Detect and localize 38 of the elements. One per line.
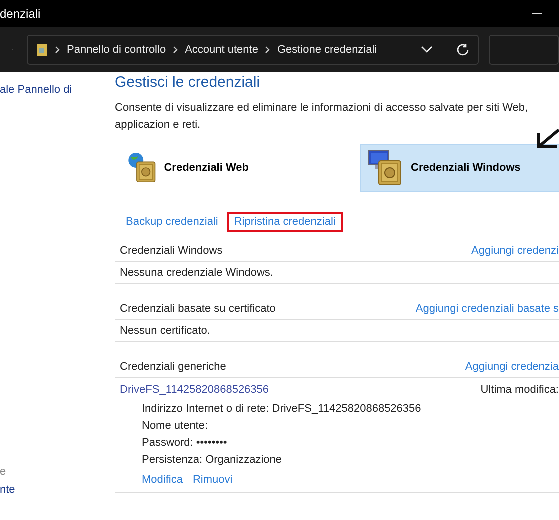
chevron-icon <box>173 46 178 54</box>
control-panel-icon <box>36 42 48 56</box>
chevron-icon <box>265 46 270 54</box>
search-field[interactable] <box>489 34 559 64</box>
add-credential-link[interactable]: Aggiungi credenziali basate s <box>416 302 559 314</box>
section-title: Credenziali generiche <box>120 360 226 372</box>
credential-detail: Persistenza: Organizzazione <box>142 454 284 466</box>
breadcrumb[interactable]: Gestione credenziali <box>277 44 378 56</box>
window-title: denziali <box>0 6 41 20</box>
action-link[interactable]: Ripristina credenziali <box>227 212 343 232</box>
page-title: Gestisci le credenziali <box>115 74 262 91</box>
breadcrumb[interactable]: Account utente <box>185 44 258 56</box>
entry-link[interactable]: Modifica <box>142 474 183 486</box>
credential-name[interactable]: DriveFS_11425820868526356 <box>120 384 270 396</box>
breadcrumb[interactable]: Pannello di controllo <box>67 44 166 56</box>
section-title: Credenziali Windows <box>120 244 223 256</box>
action-link[interactable]: Backup credenziali <box>119 212 226 232</box>
minimize-icon[interactable] <box>532 13 542 14</box>
credential-detail: Nome utente: <box>142 420 210 432</box>
dropdown-icon[interactable] <box>421 46 433 54</box>
credential-tab[interactable]: Credenziali Windows <box>360 144 559 192</box>
empty-message: Nessuna credenziale Windows. <box>120 266 274 278</box>
empty-message: Nessun certificato. <box>120 324 210 336</box>
credential-detail: Password: •••••••• <box>142 437 228 449</box>
add-credential-link[interactable]: Aggiungi credenzi <box>472 244 559 256</box>
credential-tab[interactable]: Credenziali Web <box>120 144 250 192</box>
add-credential-link[interactable]: Aggiungi credenzia <box>465 360 559 372</box>
description: Consente di visualizzare ed eliminare le informazioni di accesso salvate per siti Web, applicazion e reti. <box>115 101 530 133</box>
sidebar-link[interactable]: nte <box>0 484 16 496</box>
section-title: Credenziali basate su certificato <box>120 302 276 314</box>
modified-label: Ultima modifica: <box>480 384 559 396</box>
chevron-icon <box>55 46 60 54</box>
refresh-icon[interactable] <box>456 42 470 56</box>
address-bar[interactable]: Pannello di controllo Account utente Gestione credenziali <box>27 34 479 64</box>
entry-link[interactable]: Rimuovi <box>192 474 233 486</box>
credential-detail: Indirizzo Internet o di rete: DriveFS_11425820868526356 <box>142 403 422 415</box>
sidebar-link[interactable]: e <box>0 466 6 478</box>
sidebar-link[interactable]: ale Pannello di <box>0 84 72 96</box>
